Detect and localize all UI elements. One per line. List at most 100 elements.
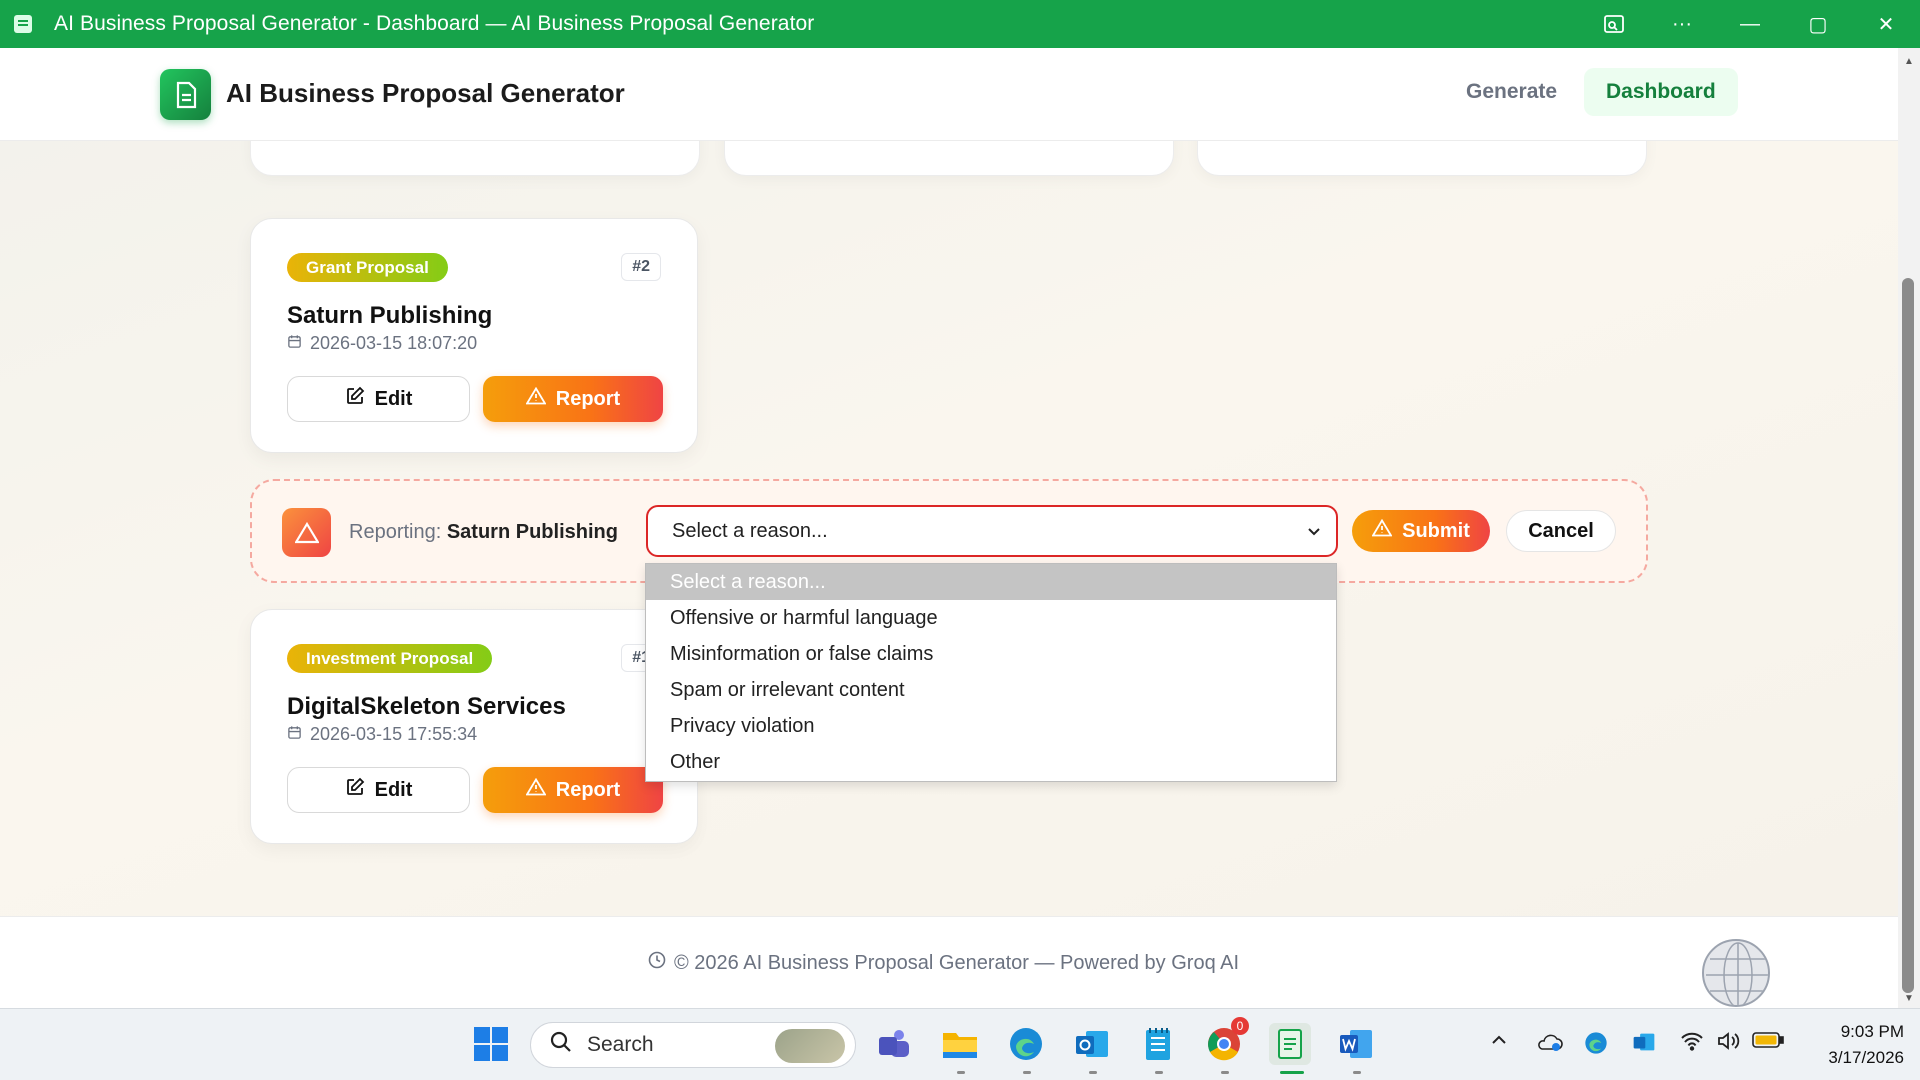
running-indicator <box>1089 1071 1097 1074</box>
word-icon[interactable] <box>1335 1023 1377 1065</box>
edge-icon[interactable] <box>1005 1023 1047 1065</box>
warning-icon <box>282 508 331 557</box>
chrome-icon[interactable]: 0 <box>1203 1017 1249 1065</box>
proposal-app-icon[interactable] <box>1269 1023 1311 1065</box>
proposal-id: #2 <box>621 253 661 281</box>
report-button[interactable]: Report <box>483 767 663 813</box>
running-indicator <box>957 1071 965 1074</box>
proposal-date-text: 2026-03-15 18:07:20 <box>310 333 478 353</box>
report-button[interactable]: Report <box>483 376 663 422</box>
proposal-type-badge: Investment Proposal <box>287 644 493 673</box>
reporting-target: Saturn Publishing <box>446 521 618 543</box>
wifi-icon[interactable] <box>1680 1031 1704 1056</box>
more-options-button[interactable]: ··· <box>1648 0 1716 48</box>
window-controls: ··· — ▢ ✕ <box>1580 0 1920 48</box>
running-indicator <box>1023 1071 1031 1074</box>
clock-date: 3/17/2026 <box>1828 1048 1904 1067</box>
submit-button[interactable]: Submit <box>1352 510 1490 552</box>
reason-option[interactable]: Spam or irrelevant content <box>646 672 1336 708</box>
reason-option[interactable]: Privacy violation <box>646 708 1336 744</box>
proposal-card-partial <box>1197 141 1647 176</box>
brand-title: AI Business Proposal Generator <box>226 78 625 108</box>
onedrive-icon[interactable] <box>1536 1031 1564 1058</box>
dashboard-main: Grant Proposal #2 Saturn Publishing 2026… <box>0 141 1898 916</box>
running-indicator <box>1353 1071 1361 1074</box>
search-icon <box>549 1030 573 1060</box>
warning-icon <box>1371 518 1393 543</box>
reason-option[interactable]: Select a reason... <box>646 564 1336 600</box>
reason-dropdown-list: Select a reason... Offensive or harmful … <box>645 563 1337 782</box>
reporting-label: Reporting: Saturn Publishing <box>349 521 618 544</box>
running-indicator <box>1155 1071 1163 1074</box>
scrollbar-thumb[interactable] <box>1902 278 1914 993</box>
battery-icon[interactable] <box>1752 1031 1784 1054</box>
window-title: AI Business Proposal Generator - Dashboa… <box>54 12 815 35</box>
vertical-scrollbar[interactable]: ▲ ▼ <box>1898 48 1920 1008</box>
taskbar-clock[interactable]: 9:03 PM 3/17/2026 <box>1808 1019 1904 1071</box>
proposal-title: DigitalSkeleton Services <box>287 693 566 720</box>
page-footer: © 2026 AI Business Proposal Generator — … <box>0 916 1898 1008</box>
outlook-tray-icon[interactable] <box>1632 1031 1656 1058</box>
app-header: AI Business Proposal Generator Generate … <box>0 48 1898 141</box>
scroll-up-icon[interactable]: ▲ <box>1904 56 1914 67</box>
chevron-down-icon <box>1306 522 1322 545</box>
clock-icon <box>648 951 666 975</box>
app-icon <box>14 15 32 33</box>
proposal-title: Saturn Publishing <box>287 302 493 329</box>
reason-option[interactable]: Offensive or harmful language <box>646 600 1336 636</box>
window-titlebar: AI Business Proposal Generator - Dashboa… <box>0 0 1920 48</box>
notepad-icon[interactable] <box>1137 1023 1179 1065</box>
report-label: Report <box>555 778 621 801</box>
proposal-card-partial <box>250 141 700 176</box>
edit-icon <box>345 777 365 803</box>
warning-icon <box>525 386 547 411</box>
cancel-button[interactable]: Cancel <box>1506 510 1616 552</box>
edit-button[interactable]: Edit <box>287 376 470 422</box>
proposal-card: Grant Proposal #2 Saturn Publishing 2026… <box>250 218 698 453</box>
close-button[interactable]: ✕ <box>1852 0 1920 48</box>
cast-icon[interactable] <box>1580 0 1648 48</box>
reason-select-value: Select a reason... <box>672 519 828 542</box>
reason-option[interactable]: Other <box>646 744 1336 780</box>
taskbar-search[interactable]: Search <box>530 1022 856 1068</box>
taskbar: Search 0 9:03 PM 3/17/2026 <box>0 1008 1920 1080</box>
nav-generate[interactable]: Generate <box>1448 68 1575 116</box>
chrome-notification-badge: 0 <box>1231 1017 1249 1035</box>
edit-button[interactable]: Edit <box>287 767 470 813</box>
scroll-down-icon[interactable]: ▼ <box>1904 993 1914 1004</box>
search-highlight-image <box>775 1029 845 1063</box>
warning-icon <box>525 777 547 802</box>
clock-time: 9:03 PM <box>1840 1022 1904 1041</box>
teams-icon[interactable] <box>873 1023 915 1065</box>
windows-start-icon[interactable] <box>470 1023 512 1065</box>
chevron-up-icon[interactable] <box>1490 1031 1508 1054</box>
submit-label: Submit <box>1402 519 1470 542</box>
document-icon <box>160 69 211 120</box>
edit-icon <box>345 386 365 412</box>
footer-text: © 2026 AI Business Proposal Generator — … <box>648 951 1239 975</box>
globe-icon[interactable] <box>1702 939 1770 1007</box>
nav-dashboard[interactable]: Dashboard <box>1584 68 1738 116</box>
proposal-date-text: 2026-03-15 17:55:34 <box>310 724 478 744</box>
calendar-icon <box>287 724 302 745</box>
proposal-date: 2026-03-15 17:55:34 <box>287 724 477 745</box>
search-label: Search <box>587 1033 654 1056</box>
edit-label: Edit <box>374 778 413 801</box>
active-indicator <box>1280 1071 1304 1074</box>
edge-tray-icon[interactable] <box>1584 1031 1608 1060</box>
calendar-icon <box>287 333 302 354</box>
proposal-type-badge: Grant Proposal <box>287 253 448 282</box>
report-label: Report <box>555 387 621 410</box>
file-explorer-icon[interactable] <box>939 1023 981 1065</box>
outlook-icon[interactable] <box>1071 1023 1113 1065</box>
proposal-card: Investment Proposal #1 DigitalSkeleton S… <box>250 609 698 844</box>
reason-option[interactable]: Misinformation or false claims <box>646 636 1336 672</box>
minimize-button[interactable]: — <box>1716 0 1784 48</box>
reporting-prefix: Reporting: <box>349 521 442 543</box>
footer-copyright: © 2026 AI Business Proposal Generator — … <box>674 951 1240 974</box>
proposal-card-partial <box>724 141 1174 176</box>
running-indicator <box>1221 1071 1229 1074</box>
maximize-button[interactable]: ▢ <box>1784 0 1852 48</box>
volume-icon[interactable] <box>1716 1031 1740 1056</box>
reason-select[interactable]: Select a reason... <box>646 505 1338 557</box>
